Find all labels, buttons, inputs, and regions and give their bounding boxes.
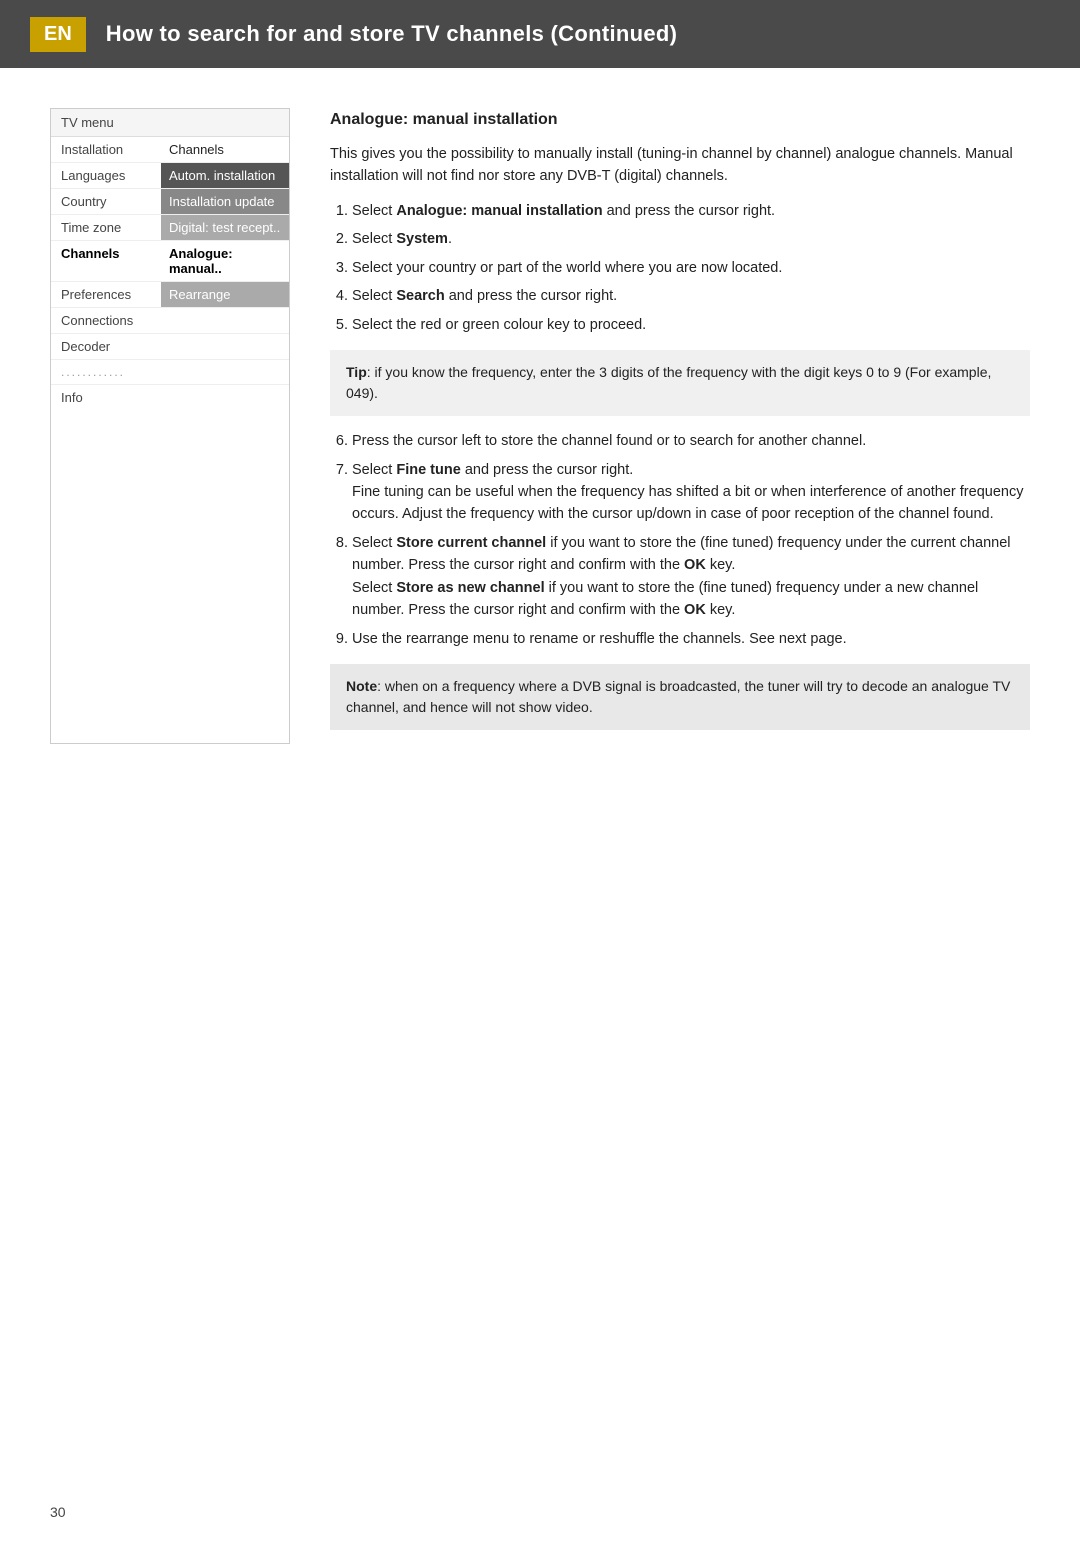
step-7-bold: Fine tune [396, 462, 460, 478]
menu-left-decoder: Decoder [51, 334, 161, 359]
instructions-panel: Analogue: manual installation This gives… [330, 108, 1030, 744]
tv-menu-label: TV menu [51, 109, 289, 137]
steps-list-2: Press the cursor left to store the chann… [352, 430, 1030, 650]
step-2-bold: System [396, 231, 448, 247]
step-6: Press the cursor left to store the chann… [352, 430, 1030, 452]
note-box: Note: when on a frequency where a DVB si… [330, 664, 1030, 730]
menu-left-timezone: Time zone [51, 215, 161, 240]
note-label: Note [346, 678, 377, 694]
main-content: TV menu Installation Channels Languages … [0, 68, 1080, 784]
header: EN How to search for and store TV channe… [0, 0, 1080, 68]
menu-right-connections-empty [161, 308, 289, 333]
tip-label: Tip [346, 364, 367, 380]
menu-right-decoder-empty [161, 334, 289, 359]
en-badge: EN [30, 17, 86, 52]
step-4: Select Search and press the cursor right… [352, 285, 1030, 307]
steps-list-1: Select Analogue: manual installation and… [352, 200, 1030, 336]
menu-row-decoder: Decoder [51, 334, 289, 360]
menu-row-channels: Channels Analogue: manual.. [51, 241, 289, 282]
tip-text: : if you know the frequency, enter the 3… [346, 364, 991, 401]
step-8-bold2: Store as new channel [396, 580, 544, 596]
menu-left-installation: Installation [51, 137, 161, 162]
menu-row-connections: Connections [51, 308, 289, 334]
menu-row-installation: Installation Channels [51, 137, 289, 163]
menu-dotted: ............ [51, 360, 289, 385]
step-8-ok1: OK [684, 557, 706, 573]
step-8-bold1: Store current channel [396, 535, 546, 551]
step-1: Select Analogue: manual installation and… [352, 200, 1030, 222]
step-9: Use the rearrange menu to rename or resh… [352, 628, 1030, 650]
step-5: Select the red or green colour key to pr… [352, 314, 1030, 336]
step-2: Select System. [352, 228, 1030, 250]
menu-row-languages: Languages Autom. installation [51, 163, 289, 189]
step-1-bold: Analogue: manual installation [396, 203, 602, 219]
step-4-bold: Search [396, 288, 444, 304]
menu-row-preferences: Preferences Rearrange [51, 282, 289, 308]
step-7: Select Fine tune and press the cursor ri… [352, 459, 1030, 526]
menu-right-rearrange: Rearrange [161, 282, 289, 307]
menu-info: Info [51, 385, 289, 410]
menu-right-autom: Autom. installation [161, 163, 289, 188]
tip-box: Tip: if you know the frequency, enter th… [330, 350, 1030, 416]
menu-row-timezone: Time zone Digital: test recept.. [51, 215, 289, 241]
menu-left-channels-bold: Channels [51, 241, 161, 281]
menu-right-analogue-manual: Analogue: manual.. [161, 241, 289, 281]
page-title: How to search for and store TV channels … [106, 21, 677, 47]
step-8-ok2: OK [684, 602, 706, 618]
page-number: 30 [50, 1504, 66, 1520]
menu-left-preferences: Preferences [51, 282, 161, 307]
step-3: Select your country or part of the world… [352, 257, 1030, 279]
menu-left-languages: Languages [51, 163, 161, 188]
menu-right-channels: Channels [161, 137, 289, 162]
instructions-heading: Analogue: manual installation [330, 108, 1030, 133]
menu-row-country: Country Installation update [51, 189, 289, 215]
menu-right-digital: Digital: test recept.. [161, 215, 289, 240]
menu-left-connections: Connections [51, 308, 161, 333]
step-8: Select Store current channel if you want… [352, 532, 1030, 622]
menu-left-country: Country [51, 189, 161, 214]
note-text: : when on a frequency where a DVB signal… [346, 678, 1010, 715]
menu-right-installation-update: Installation update [161, 189, 289, 214]
tv-menu-panel: TV menu Installation Channels Languages … [50, 108, 290, 744]
instructions-intro: This gives you the possibility to manual… [330, 143, 1030, 188]
